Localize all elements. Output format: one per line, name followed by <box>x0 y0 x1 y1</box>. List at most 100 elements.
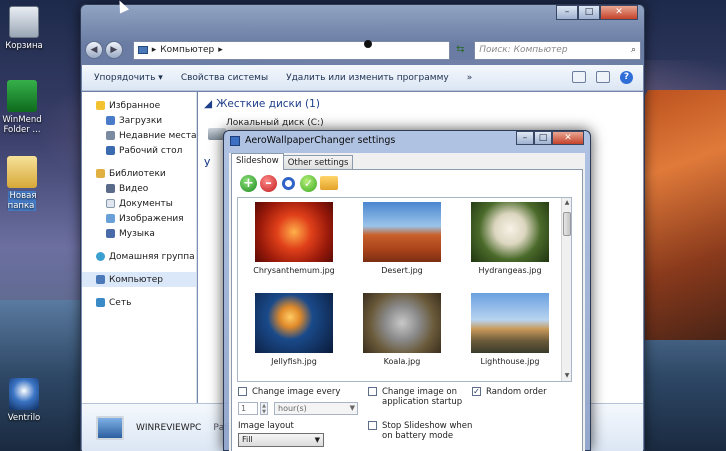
wallpaper-changer-dialog: AeroWallpaperChanger settings – □ ✕ Slid… <box>223 130 591 451</box>
nav-item-favorites[interactable]: Избранное <box>82 98 196 113</box>
forward-button[interactable]: ▶ <box>104 41 123 59</box>
tab-other-settings[interactable]: Other settings <box>282 155 354 170</box>
random-order-option[interactable]: ✓ Random order <box>472 387 547 397</box>
pc-name: WINREVIEWPC <box>136 423 202 433</box>
view-options-icon[interactable] <box>572 71 586 83</box>
music-icon <box>106 229 115 238</box>
option-label: Stop Slideshow when on battery mode <box>382 421 473 441</box>
add-image-icon[interactable]: + <box>240 174 257 192</box>
dialog-title: AeroWallpaperChanger settings <box>245 135 396 146</box>
close-button[interactable]: ✕ <box>600 5 638 20</box>
chevron-down-icon: ▼ <box>314 436 320 444</box>
scroll-up-icon[interactable]: ▲ <box>563 199 571 207</box>
minimize-button[interactable]: – <box>556 5 578 20</box>
desktop-icon-label: Корзина <box>5 41 43 51</box>
image-layout-select[interactable]: Fill ▼ <box>238 433 324 447</box>
other-section-header[interactable]: У <box>204 158 210 170</box>
chevron-down-icon: ◢ <box>204 98 213 110</box>
change-on-startup-option[interactable]: Change image on application startup <box>368 387 478 407</box>
change-every-option[interactable]: Change image every <box>238 387 340 397</box>
winmend-icon <box>7 80 37 112</box>
address-bar[interactable]: ▸ Компьютер ▸ <box>132 40 451 60</box>
apply-check-icon[interactable]: ✓ <box>300 174 317 192</box>
close-button[interactable]: ✕ <box>552 131 584 145</box>
remove-image-icon[interactable]: – <box>260 174 277 192</box>
computer-icon <box>96 275 105 284</box>
breadcrumb[interactable]: Компьютер <box>160 45 214 55</box>
nav-item-label: Недавние места <box>119 130 197 141</box>
hard-drives-header[interactable]: ◢ Жесткие диски (1) <box>204 98 320 110</box>
desktop-icon <box>106 146 115 155</box>
more-commands-button[interactable]: » <box>467 73 473 83</box>
desktop-icon-winmend[interactable]: WinMend Folder ... <box>0 80 52 135</box>
camera-dot <box>364 40 372 48</box>
nav-item-label: Изображения <box>119 213 184 224</box>
nav-item-computer[interactable]: Компьютер <box>82 272 196 287</box>
recycle-bin-icon <box>9 6 39 38</box>
recent-places-icon <box>106 131 115 140</box>
stop-on-battery-checkbox[interactable] <box>368 421 377 430</box>
nav-item-homegroup[interactable]: Домашняя группа <box>82 249 196 264</box>
change-on-startup-checkbox[interactable] <box>368 387 377 396</box>
desktop-icon-new-folder[interactable]: Новая папка <box>0 156 52 211</box>
nav-item-label: Рабочий стол <box>119 145 183 156</box>
nav-item-images[interactable]: Изображения <box>82 211 196 226</box>
thumbnail-item[interactable]: Koala.jpg <box>352 293 452 366</box>
nav-item-network[interactable]: Сеть <box>82 295 196 310</box>
organize-button[interactable]: Упорядочить ▾ <box>94 73 163 83</box>
interval-stepper[interactable]: ▲ ▼ <box>260 402 268 415</box>
computer-icon <box>137 46 148 54</box>
lighthouse-thumbnail <box>471 293 549 353</box>
preview-pane-icon[interactable] <box>596 71 610 83</box>
change-every-checkbox[interactable] <box>238 387 247 396</box>
nav-item-recent[interactable]: Недавние места <box>82 128 197 143</box>
folder-icon <box>7 156 37 188</box>
desktop-icon-ventrilo[interactable]: Ventrilo <box>0 378 54 423</box>
slideshow-panel: + – ✓ Chrysanthemum.jpg Desert.jpg Hydra… <box>231 169 583 451</box>
back-button[interactable]: ◀ <box>85 41 103 59</box>
maximize-button[interactable]: □ <box>534 131 552 145</box>
address-row: ◀ ▶ ▸ Компьютер ▸ ⇆ Поиск: Компьютер ⌕ <box>85 39 641 61</box>
thumbnail-item[interactable]: Hydrangeas.jpg <box>460 202 560 275</box>
tab-slideshow[interactable]: Slideshow <box>231 153 284 170</box>
thumbnail-caption: Chrysanthemum.jpg <box>253 266 335 275</box>
maximize-button[interactable]: □ <box>578 5 600 20</box>
thumbnail-item[interactable]: Lighthouse.jpg <box>460 293 560 366</box>
gallery-scrollbar[interactable]: ▲ ▼ <box>561 198 571 381</box>
nav-item-desktop[interactable]: Рабочий стол <box>82 143 196 158</box>
local-disk-label[interactable]: Локальный диск (C:) <box>226 118 324 128</box>
nav-item-label: Избранное <box>109 100 161 111</box>
refresh-icon[interactable]: ⇆ <box>452 41 468 60</box>
nav-item-documents[interactable]: Документы <box>82 196 196 211</box>
scroll-thumb[interactable] <box>563 212 571 236</box>
open-folder-icon[interactable] <box>320 176 338 190</box>
magnifier-icon[interactable] <box>282 176 295 190</box>
uninstall-program-button[interactable]: Удалить или изменить программу <box>286 73 449 83</box>
thumbnail-item[interactable]: Desert.jpg <box>352 202 452 275</box>
interval-unit-select[interactable]: hour(s) ▼ <box>274 402 358 415</box>
desktop-icon-recycle-bin[interactable]: Корзина <box>0 6 54 51</box>
desktop-icon-label: Новая папка <box>7 191 37 211</box>
breadcrumb-separator: ▸ <box>218 45 223 55</box>
search-placeholder: Поиск: Компьютер <box>479 45 568 55</box>
desktop-icon-label: Ventrilo <box>7 413 41 423</box>
minimize-button[interactable]: – <box>516 131 534 145</box>
nav-item-video[interactable]: Видео <box>82 181 196 196</box>
search-input[interactable]: Поиск: Компьютер ⌕ <box>474 40 641 60</box>
chrysanthemum-thumbnail <box>255 202 333 262</box>
random-order-checkbox[interactable]: ✓ <box>472 387 481 396</box>
thumbnail-item[interactable]: Jellyfish.jpg <box>244 293 344 366</box>
video-icon <box>106 184 115 193</box>
scroll-down-icon[interactable]: ▼ <box>563 372 571 380</box>
libraries-icon <box>96 169 105 178</box>
thumbnail-item[interactable]: Chrysanthemum.jpg <box>244 202 344 275</box>
thumbnail-caption: Jellyfish.jpg <box>271 357 317 366</box>
desert-thumbnail <box>363 202 441 262</box>
nav-item-music[interactable]: Музыка <box>82 226 196 241</box>
stop-on-battery-option[interactable]: Stop Slideshow when on battery mode <box>368 421 478 441</box>
nav-item-downloads[interactable]: Загрузки <box>82 113 196 128</box>
interval-input[interactable]: 1 <box>238 402 258 415</box>
nav-item-libraries[interactable]: Библиотеки <box>82 166 196 181</box>
system-properties-button[interactable]: Свойства системы <box>181 73 268 83</box>
help-icon[interactable]: ? <box>620 71 633 84</box>
